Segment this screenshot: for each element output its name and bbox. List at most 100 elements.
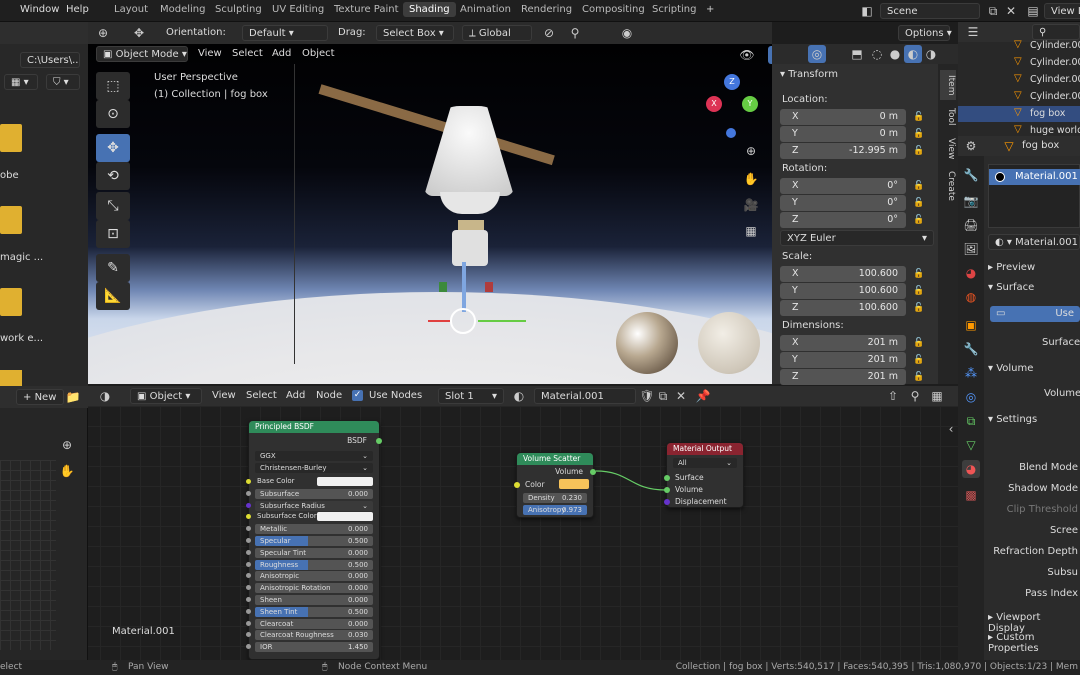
snap-icon[interactable]: ⚲ [566, 24, 584, 42]
tab-texture-paint[interactable]: Texture Paint [334, 4, 399, 15]
tab-view[interactable]: View [940, 136, 956, 162]
orientation-select[interactable]: Default ▾ [242, 25, 328, 41]
modifier-props-icon[interactable]: 🔧 [962, 340, 980, 358]
view-layer-selector[interactable]: View L [1044, 3, 1080, 19]
location-z-field[interactable]: Z -12.995 m [780, 143, 906, 159]
view-layer-props-icon[interactable]: 🖼 [962, 240, 980, 258]
gizmo-y-icon[interactable]: Y [742, 96, 758, 112]
location-x-field[interactable]: X 0 m [780, 109, 906, 125]
folder-icon[interactable] [0, 370, 22, 387]
pan-hand-icon[interactable]: ✋ [742, 170, 760, 188]
transform-panel-title[interactable]: ▾ Transform [780, 69, 838, 80]
transform-gizmo-icon[interactable]: ✥ [130, 24, 148, 42]
gizmo-z-icon[interactable]: Z [724, 74, 740, 90]
section-surface[interactable]: ▾ Surface [988, 282, 1034, 293]
visibility-icon[interactable]: 👁 [738, 46, 756, 64]
scale-y-field[interactable]: Y 100.600 [780, 283, 906, 299]
rotation-x-field[interactable]: X 0° [780, 178, 906, 194]
grid-ortho-icon[interactable]: ▦ [742, 222, 760, 240]
tab-compositing[interactable]: Compositing [582, 4, 645, 15]
outliner-item[interactable]: ▽ Cylinder.005 [958, 89, 1080, 105]
rendered-shading-icon[interactable]: ◑ [922, 45, 940, 63]
scale-z-field[interactable]: Z 100.600 [780, 300, 906, 316]
rotation-mode-select[interactable]: XYZ Euler ▾ [780, 230, 934, 246]
shader-node-editor[interactable]: + New 📁 ⊕ ✋ ◑ ▣ Object ▾ View Select Add… [0, 386, 958, 660]
proportional-edit-icon[interactable]: ◉ [618, 24, 636, 42]
dimensions-x-field[interactable]: X 201 m [780, 335, 906, 351]
section-preview[interactable]: ▸ Preview [988, 262, 1035, 273]
tab-scripting[interactable]: Scripting [652, 4, 696, 15]
editor-type-icon[interactable]: ⊕ [94, 24, 112, 42]
tab-shading[interactable]: Shading [403, 2, 456, 17]
dimensions-z-field[interactable]: Z 201 m [780, 369, 906, 385]
overlay-icon[interactable]: ◎ [808, 45, 826, 63]
filter-button[interactable]: ⛉ ▾ [46, 74, 80, 90]
dimensions-y-field[interactable]: Y 201 m [780, 352, 906, 368]
particles-props-icon[interactable]: ⁂ [962, 364, 980, 382]
cursor-tool-icon[interactable]: ⊙ [96, 100, 130, 128]
viewport-menu-object[interactable]: Object [302, 48, 335, 59]
display-mode-button[interactable]: ▦ ▾ [4, 74, 38, 90]
folder-icon[interactable] [0, 288, 22, 316]
tab-animation[interactable]: Animation [460, 4, 511, 15]
view-layer-icon[interactable]: ▤ [1024, 2, 1042, 20]
material-slot-list[interactable]: Material.001 [988, 164, 1080, 228]
section-volume[interactable]: ▾ Volume [988, 363, 1033, 374]
material-selector[interactable]: ◐ ▾ Material.001 [988, 234, 1080, 250]
physics-props-icon[interactable]: ◎ [962, 388, 980, 406]
menu-window[interactable]: Window [20, 4, 59, 15]
tab-create[interactable]: Create [940, 168, 956, 204]
solid-shading-icon[interactable]: ● [886, 45, 904, 63]
folder-icon[interactable] [0, 206, 22, 234]
tab-layout[interactable]: Layout [114, 4, 148, 15]
select-tool-icon[interactable]: ⬚ [96, 72, 130, 100]
folder-icon[interactable] [0, 124, 22, 152]
move-tool-icon[interactable]: ✥ [96, 134, 130, 162]
sidebar-toggle-icon[interactable]: ‹ [944, 420, 958, 438]
camera-icon[interactable]: 🎥 [742, 196, 760, 214]
menu-help[interactable]: Help [66, 4, 89, 15]
tab-rendering[interactable]: Rendering [521, 4, 572, 15]
lock-icon[interactable]: 🔓 [910, 125, 928, 143]
material-props-icon[interactable]: ◕ [962, 460, 980, 478]
constraints-props-icon[interactable]: ⧉ [962, 412, 980, 430]
outliner-item[interactable]: ▽ fog box [958, 106, 1080, 122]
rotation-y-field[interactable]: Y 0° [780, 195, 906, 211]
gizmo-center[interactable] [450, 308, 476, 334]
gizmo-x-icon[interactable]: X [706, 96, 722, 112]
section-settings[interactable]: ▾ Settings [988, 414, 1037, 425]
transform-tool-icon[interactable]: ⊡ [96, 220, 130, 248]
add-workspace-icon[interactable]: + [706, 4, 714, 15]
properties-editor-icon[interactable]: ⚙ [962, 137, 980, 155]
tab-sculpting[interactable]: Sculpting [215, 4, 262, 15]
lock-icon[interactable]: 🔓 [910, 194, 928, 212]
scene-selector[interactable]: Scene [880, 3, 980, 19]
section-custom-properties[interactable]: ▸ Custom Properties [988, 632, 1080, 654]
section-viewport-display[interactable]: ▸ Viewport Display [988, 612, 1080, 634]
scene-props-icon[interactable]: ◕ [962, 264, 980, 282]
measure-tool-icon[interactable]: 📐 [96, 282, 130, 310]
delete-scene-icon[interactable]: ✕ [1002, 2, 1020, 20]
lock-icon[interactable]: 🔓 [910, 265, 928, 283]
output-props-icon[interactable]: 🖨 [962, 216, 980, 234]
data-props-icon[interactable]: ▽ [962, 436, 980, 454]
lock-icon[interactable]: 🔓 [910, 108, 928, 126]
annotate-tool-icon[interactable]: ✎ [96, 254, 130, 282]
scale-tool-icon[interactable]: ⤡ [96, 192, 130, 220]
tab-item[interactable]: Item [940, 70, 956, 100]
viewport-menu-select[interactable]: Select [232, 48, 263, 59]
rotate-tool-icon[interactable]: ⟲ [96, 162, 130, 190]
lock-icon[interactable]: 🔓 [910, 142, 928, 160]
wireframe-shading-icon[interactable]: ◌ [868, 45, 886, 63]
tool-props-icon[interactable]: 🔧 [962, 166, 980, 184]
lock-icon[interactable]: 🔓 [910, 299, 928, 317]
pivot-icon[interactable]: ⊘ [540, 24, 558, 42]
lock-icon[interactable]: 🔓 [910, 211, 928, 229]
xray-icon[interactable]: ⬒ [848, 45, 866, 63]
viewport-menu-add[interactable]: Add [272, 48, 291, 59]
texture-props-icon[interactable]: ▩ [962, 486, 980, 504]
options-button[interactable]: Options ▾ [898, 25, 952, 41]
scene-icon[interactable]: ◧ [858, 2, 876, 20]
3d-viewport[interactable]: ⊕ ✥ Orientation: Default ▾ Drag: Select … [88, 22, 772, 384]
mode-select[interactable]: ▣ Object Mode ▾ [96, 46, 188, 62]
